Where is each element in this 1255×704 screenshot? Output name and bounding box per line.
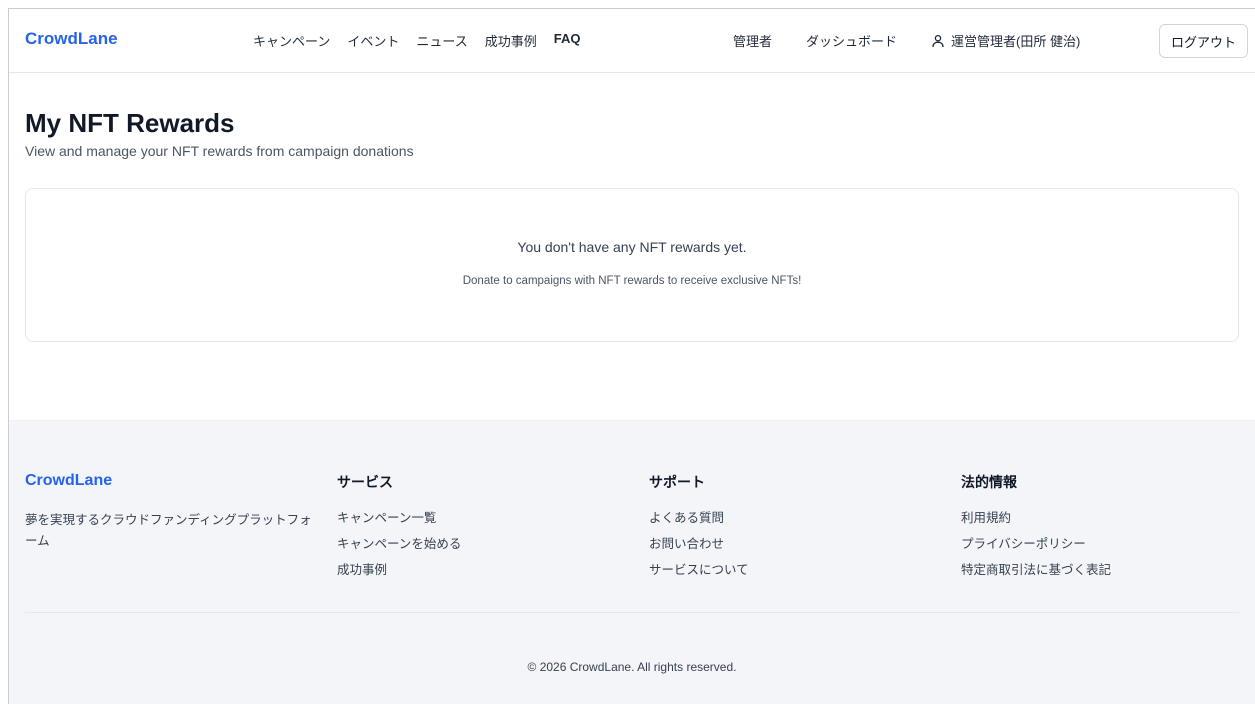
footer-column-service: サービス キャンペーン一覧 キャンペーンを始める 成功事例 [337,472,461,590]
footer-link-contact[interactable]: お問い合わせ [649,537,724,551]
nav-campaigns[interactable]: キャンペーン [253,31,330,50]
footer-link-privacy[interactable]: プライバシーポリシー [961,537,1086,551]
footer-link-start-campaign[interactable]: キャンペーンを始める [337,537,461,551]
footer-tagline: 夢を実現するクラウドファンディングプラットフォーム [25,513,312,548]
page-subtitle: View and manage your NFT rewards from ca… [25,143,414,159]
footer-link-campaign-list[interactable]: キャンペーン一覧 [337,511,436,525]
footer-column-title: サービス [337,474,393,490]
empty-state-hint: Donate to campaigns with NFT rewards to … [462,275,802,287]
logo-link[interactable]: CrowdLane [25,29,118,49]
footer-link-terms[interactable]: 利用規約 [961,511,1011,525]
empty-state-title: You don't have any NFT rewards yet. [517,239,747,255]
footer-brand: CrowdLane 夢を実現するクラウドファンディングプラットフォーム [25,472,315,552]
footer-divider [25,612,1239,613]
page: CrowdLane キャンペーン イベント ニュース 成功事例 FAQ 管理者 … [8,8,1255,704]
nav-news[interactable]: ニュース [416,31,467,50]
site-footer: CrowdLane 夢を実現するクラウドファンディングプラットフォーム サービス… [9,420,1255,704]
footer-column-title: 法的情報 [961,474,1017,490]
nav-admin[interactable]: 管理者 [733,31,772,50]
footer-link-about[interactable]: サービスについて [649,563,749,577]
logout-button[interactable]: ログアウト [1158,24,1248,58]
footer-column-legal: 法的情報 利用規約 プライバシーポリシー 特定商取引法に基づく表記 [961,472,1111,590]
footer-link-faq[interactable]: よくある質問 [649,511,724,525]
main-content: My NFT Rewards View and manage your NFT … [9,108,1255,342]
empty-state-card: You don't have any NFT rewards yet. Dona… [25,188,1239,342]
footer-link-success-stories[interactable]: 成功事例 [337,563,387,577]
copyright: © 2026 CrowdLane. All rights reserved. [527,660,737,674]
site-header: CrowdLane キャンペーン イベント ニュース 成功事例 FAQ 管理者 … [9,9,1255,73]
nav-events[interactable]: イベント [347,31,399,50]
footer-column-title: サポート [649,474,705,490]
user-icon [932,34,944,47]
footer-link-commerce-act[interactable]: 特定商取引法に基づく表記 [961,563,1111,577]
main-nav: キャンペーン イベント ニュース 成功事例 FAQ [253,31,597,50]
page-title: My NFT Rewards [25,108,235,138]
user-nav: 管理者 ダッシュボード 運営管理者(田所 健治) [733,31,1080,50]
nav-success-stories[interactable]: 成功事例 [485,31,537,50]
nav-dashboard[interactable]: ダッシュボード [806,31,897,50]
user-name: 運営管理者(田所 健治) [951,34,1081,49]
nav-faq[interactable]: FAQ [554,31,581,50]
footer-column-support: サポート よくある質問 お問い合わせ サービスについて [649,472,749,590]
user-menu[interactable]: 運営管理者(田所 健治) [931,31,1080,50]
footer-logo: CrowdLane [25,472,113,489]
